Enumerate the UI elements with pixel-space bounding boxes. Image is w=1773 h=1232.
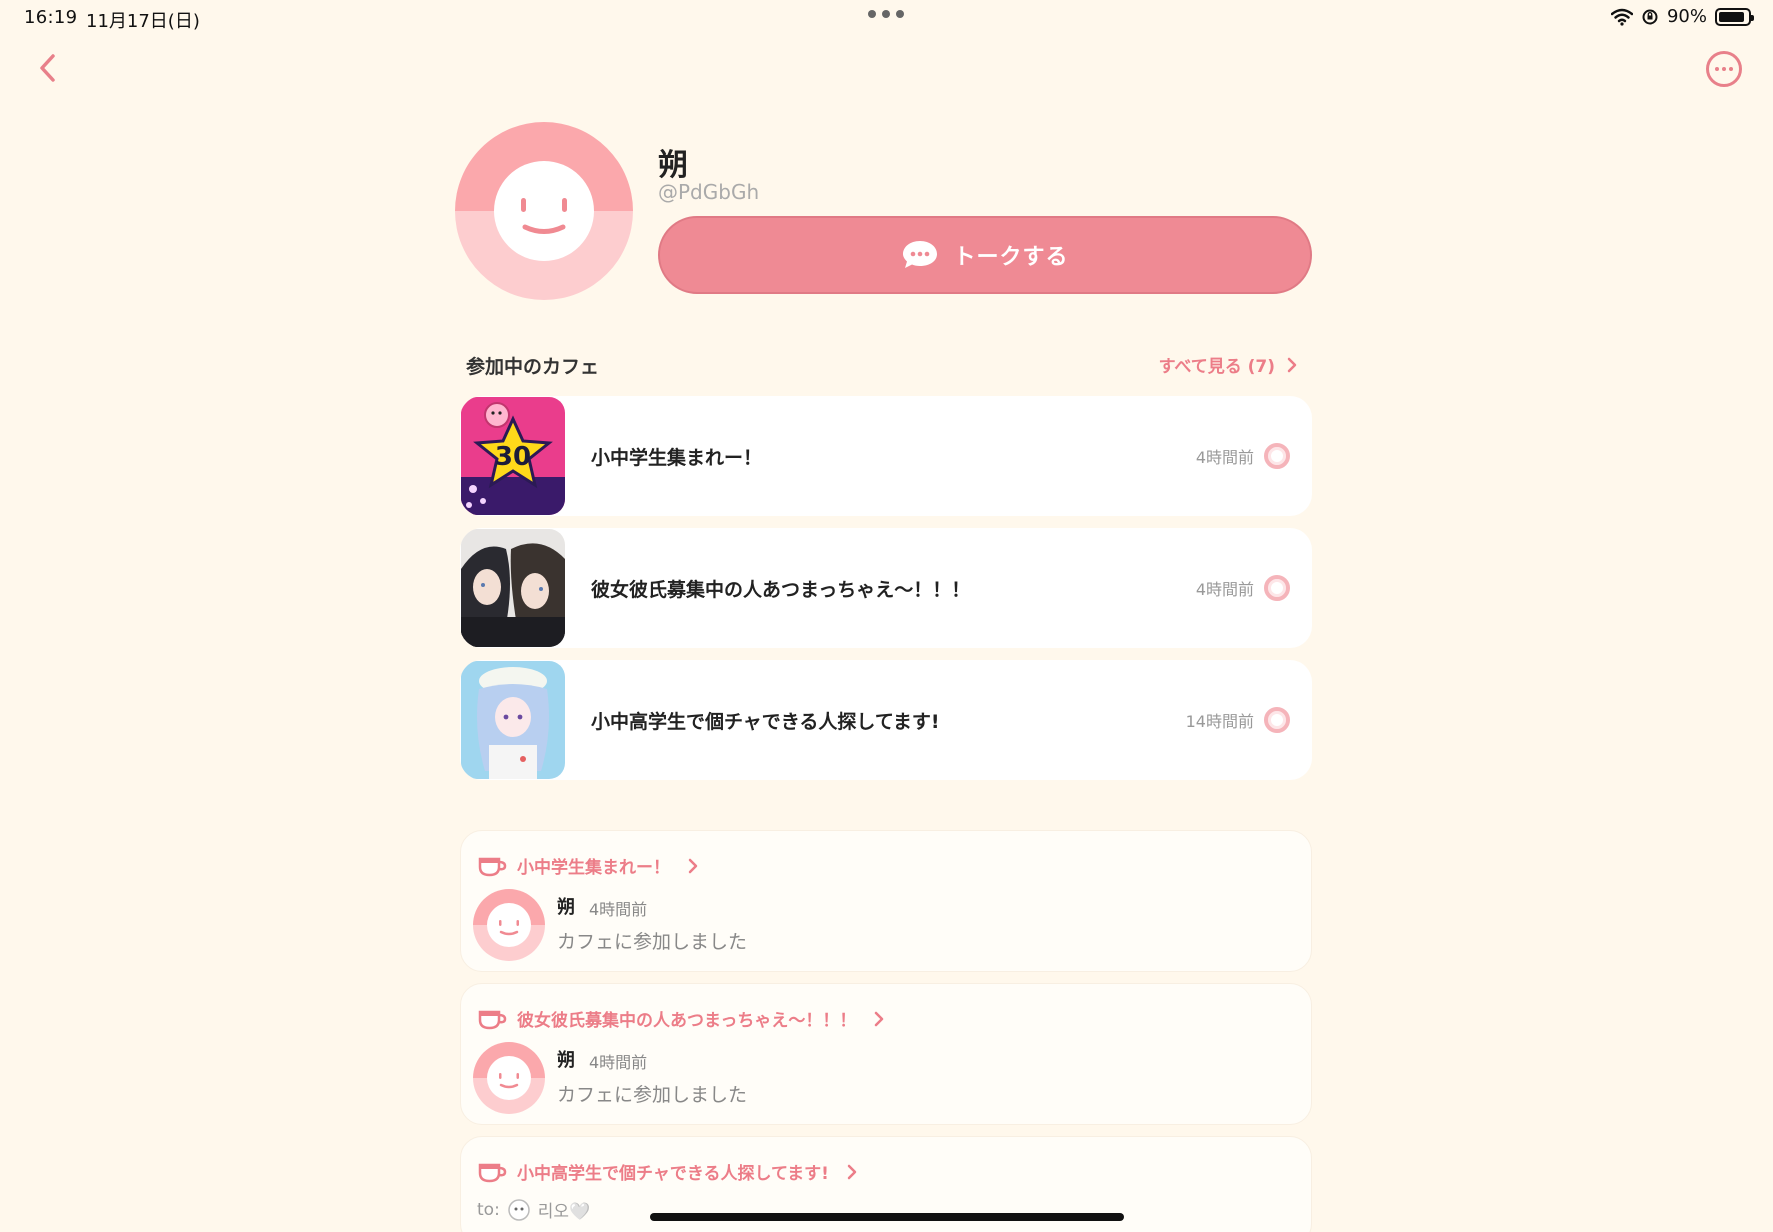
more-options-button[interactable] (1706, 51, 1742, 87)
cafe-status-ring-icon (1264, 707, 1290, 733)
orientation-lock-icon (1642, 9, 1658, 24)
chevron-left-icon (40, 54, 55, 82)
cafe-thumbnail: 30 (461, 397, 565, 515)
activity-card[interactable]: 彼女彼氏募集中の人あつまっちゃえ〜！！！ 朔 4時間前 カフェに参加しました (460, 983, 1312, 1125)
activity-recipient: to: 리오🤍 (477, 1197, 590, 1222)
activity-cafe-name: 彼女彼氏募集中の人あつまっちゃえ〜！！！ (517, 1011, 857, 1031)
svg-text:30: 30 (495, 442, 531, 472)
cafe-thumbnail (461, 529, 565, 647)
smiley-face-icon (473, 1042, 545, 1114)
coffee-cup-icon (478, 1010, 507, 1029)
cafe-name: 彼女彼氏募集中の人あつまっちゃえ〜！！！ (591, 578, 971, 601)
cafe-time: 4時間前 (1195, 448, 1254, 467)
activity-text: カフェに参加しました (557, 1084, 748, 1106)
battery-percent: 90% (1666, 6, 1707, 27)
home-indicator[interactable] (650, 1213, 1124, 1221)
cafe-status-ring-icon (1264, 575, 1290, 601)
profile-name: 朔 (658, 148, 688, 183)
activity-card[interactable]: 小中学生集まれー！ 朔 4時間前 カフェに参加しました (460, 830, 1312, 972)
activity-user-avatar[interactable] (473, 889, 545, 961)
cafe-time: 4時間前 (1195, 580, 1254, 599)
battery-icon (1715, 7, 1754, 26)
cafe-name: 小中学生集まれー！ (591, 446, 763, 469)
activity-user-name: 朔 (557, 1050, 575, 1071)
status-date: 11月17日(日) (86, 11, 200, 32)
multitasking-dots-icon[interactable] (868, 10, 904, 18)
activity-cafe-link[interactable]: 小中高学生で個チャできる人探してます! (477, 1159, 857, 1184)
profile-handle: @PdGbGh (658, 180, 760, 204)
activity-time: 4時間前 (589, 900, 648, 919)
activity-cafe-name: 小中高学生で個チャできる人探してます! (517, 1164, 829, 1184)
recipient-avatar-icon (508, 1198, 530, 1221)
activity-time: 4時間前 (589, 1053, 648, 1072)
smiley-face-icon (455, 122, 633, 300)
coffee-cup-icon (478, 857, 507, 876)
talk-button[interactable]: トークする (658, 216, 1312, 294)
activity-text: カフェに参加しました (557, 931, 748, 953)
see-all-label: すべて見る (7) (1158, 357, 1275, 377)
cafe-list: 30 小中学生集まれー！ 4時間前 彼女彼氏募集中の人あつまっちゃえ〜！！！ 4… (460, 396, 1312, 792)
chevron-right-icon (847, 1164, 857, 1180)
cafe-status-ring-icon (1264, 443, 1290, 469)
section-title-joined-cafes: 参加中のカフェ (466, 356, 600, 378)
cafe-item[interactable]: 小中高学生で個チャできる人探してます! 14時間前 (460, 660, 1312, 780)
activity-user-avatar[interactable] (473, 1042, 545, 1114)
recipient-name: 리오🤍 (537, 1202, 591, 1222)
status-bar: 16:19 11月17日(日) 90% (0, 0, 1773, 36)
cafe-item[interactable]: 彼女彼氏募集中の人あつまっちゃえ〜！！！ 4時間前 (460, 528, 1312, 648)
activity-user-name: 朔 (557, 897, 575, 918)
activity-cafe-name: 小中学生集まれー！ (517, 858, 670, 878)
status-time: 16:19 (24, 7, 78, 28)
cafe-thumbnail (461, 661, 565, 779)
back-button[interactable] (30, 50, 66, 86)
status-indicators: 90% (1610, 6, 1754, 27)
see-all-link[interactable]: すべて見る (7) (1159, 352, 1297, 377)
cafe-time: 14時間前 (1185, 712, 1254, 731)
profile-avatar[interactable] (455, 122, 633, 300)
chevron-right-icon (1287, 357, 1297, 372)
cafe-name: 小中高学生で個チャできる人探してます! (591, 710, 940, 733)
talk-button-label: トークする (953, 245, 1069, 270)
smiley-face-icon (473, 889, 545, 961)
activity-cafe-link[interactable]: 彼女彼氏募集中の人あつまっちゃえ〜！！！ (477, 1006, 884, 1031)
recipient-prefix: to: (477, 1199, 500, 1220)
chat-bubble-icon (903, 241, 938, 268)
wifi-icon (1610, 8, 1633, 26)
coffee-cup-icon (478, 1163, 507, 1182)
cafe-item[interactable]: 30 小中学生集まれー！ 4時間前 (460, 396, 1312, 516)
chevron-right-icon (874, 1011, 884, 1027)
chevron-right-icon (688, 858, 698, 874)
activity-cafe-link[interactable]: 小中学生集まれー！ (477, 853, 698, 878)
